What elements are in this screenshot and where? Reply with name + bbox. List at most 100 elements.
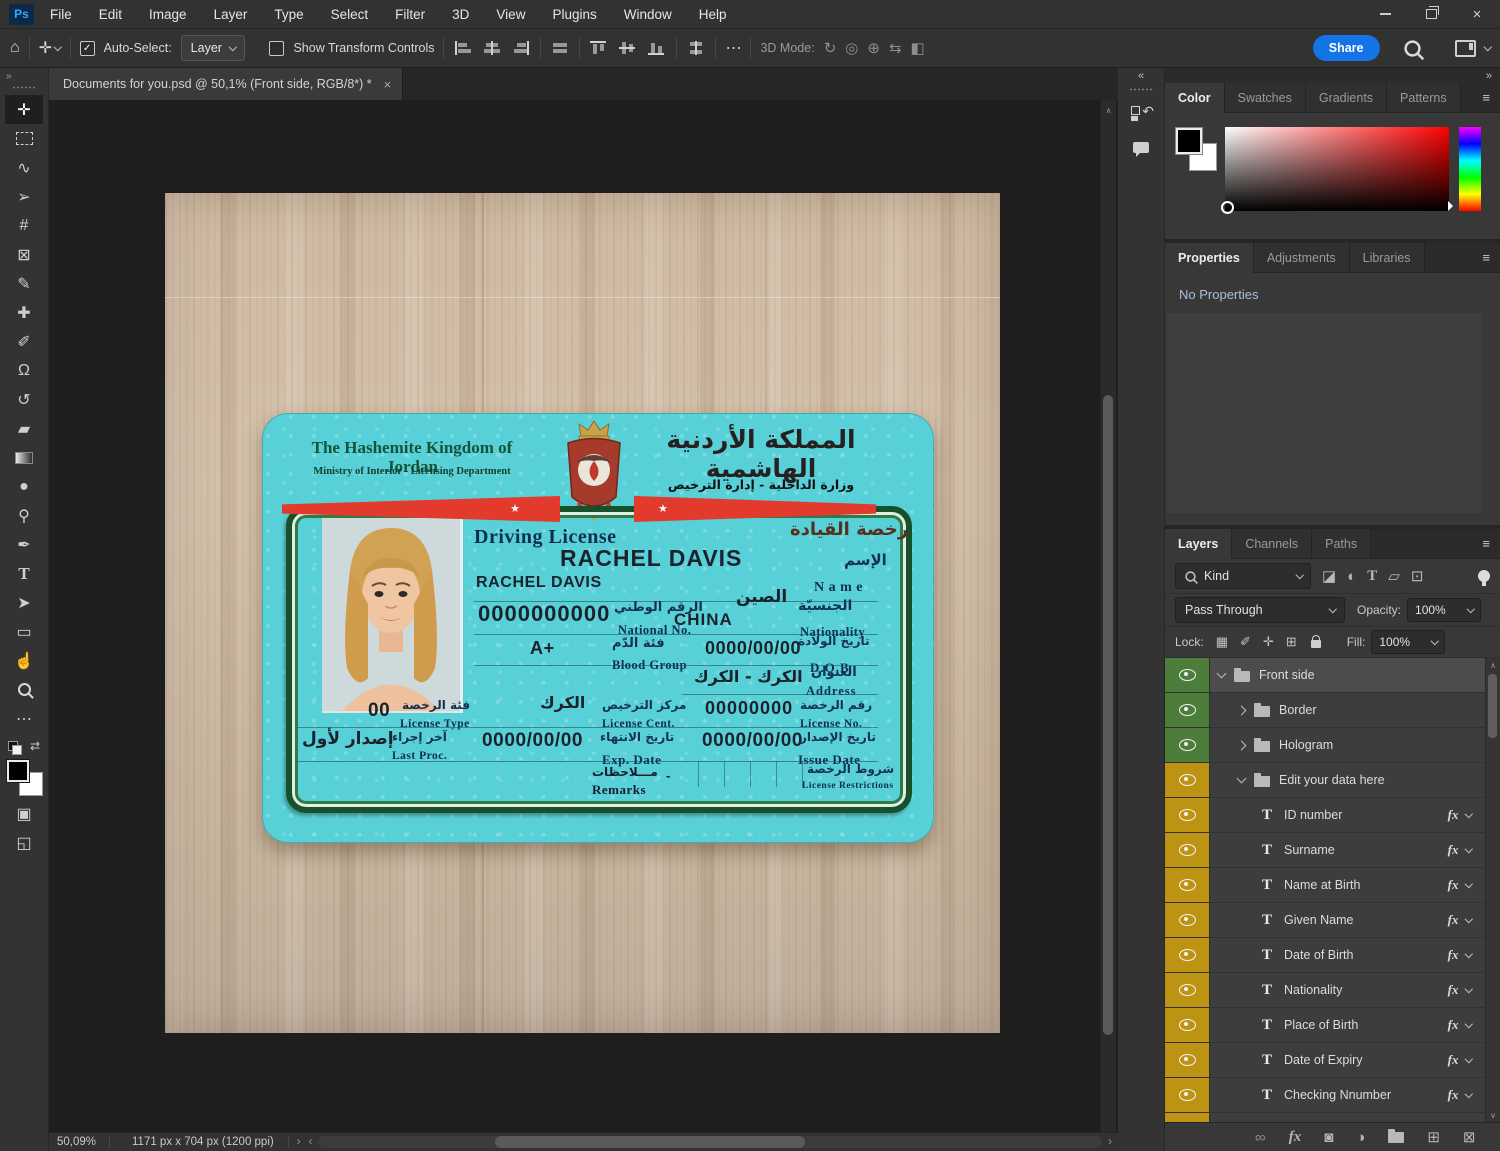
healing-brush-tool[interactable]: ✚ xyxy=(5,298,43,327)
vertical-scroll-thumb[interactable] xyxy=(1103,395,1113,1035)
chevron-down-icon[interactable] xyxy=(1464,879,1473,888)
panel-menu-icon[interactable]: ≡ xyxy=(1482,90,1490,105)
link-layers-icon[interactable]: ∞ xyxy=(1255,1129,1266,1146)
visibility-toggle[interactable] xyxy=(1165,728,1210,762)
canvas[interactable]: The Hashemite Kingdom of Jordan Ministry… xyxy=(48,100,1118,1133)
filter-toggle[interactable] xyxy=(1478,570,1490,586)
layers-scroll-thumb[interactable] xyxy=(1488,674,1497,738)
layer-row-id-number[interactable]: T ID number fx xyxy=(1165,798,1500,833)
align-top-icon[interactable] xyxy=(589,40,610,56)
new-layer-icon[interactable]: ⊞ xyxy=(1427,1128,1440,1146)
collapse-toolbar-icon[interactable]: » xyxy=(0,68,12,82)
horizontal-scrollbar[interactable] xyxy=(318,1136,1103,1148)
crop-tool[interactable]: # xyxy=(5,211,43,240)
menu-filter[interactable]: Filter xyxy=(395,7,425,22)
dodge-tool[interactable]: ⚲ xyxy=(5,501,43,530)
layer-row-date-of-birth[interactable]: T Date of Birth fx xyxy=(1165,938,1500,973)
saturation-brightness-field[interactable] xyxy=(1225,127,1449,211)
tab-libraries[interactable]: Libraries xyxy=(1349,243,1425,273)
more-align-options-icon[interactable]: ⋯ xyxy=(725,38,741,58)
layer-row-front-side[interactable]: Front side xyxy=(1165,658,1500,693)
chevron-down-icon[interactable] xyxy=(1464,844,1473,853)
layer-row-place-of-birth[interactable]: T Place of Birth fx xyxy=(1165,1008,1500,1043)
layer-effects-badge[interactable]: fx xyxy=(1448,1087,1459,1103)
comments-panel-icon[interactable] xyxy=(1126,133,1156,161)
filter-type-layers-icon[interactable]: T xyxy=(1367,568,1377,585)
history-panel-icon[interactable]: ↶ xyxy=(1126,101,1156,129)
tab-swatches[interactable]: Swatches xyxy=(1224,83,1306,113)
brush-tool[interactable]: ✐ xyxy=(5,327,43,356)
more-tools[interactable]: ⋯ xyxy=(5,704,43,733)
show-transform-checkbox[interactable] xyxy=(269,40,285,56)
chevron-down-icon[interactable] xyxy=(1464,809,1473,818)
visibility-toggle[interactable] xyxy=(1165,1113,1210,1122)
strip-grip[interactable] xyxy=(1129,88,1153,91)
layer-row-given-name[interactable]: T Given Name fx xyxy=(1165,903,1500,938)
workspace-switcher-icon[interactable] xyxy=(1454,39,1476,57)
visibility-toggle[interactable] xyxy=(1165,903,1210,937)
menu-edit[interactable]: Edit xyxy=(99,7,122,22)
adjustment-layer-icon[interactable]: ◑ xyxy=(1356,1129,1365,1146)
blur-tool[interactable]: ● xyxy=(5,472,43,501)
layer-row-name-at-birth[interactable]: T Name at Birth fx xyxy=(1165,868,1500,903)
menu-type[interactable]: Type xyxy=(274,7,303,22)
foreground-background-colors[interactable] xyxy=(4,759,44,799)
move-tool-preset-icon[interactable]: ✛ xyxy=(39,38,62,58)
path-selection-tool[interactable]: ➤ xyxy=(5,588,43,617)
tab-channels[interactable]: Channels xyxy=(1232,529,1313,559)
chevron-down-icon[interactable] xyxy=(1464,949,1473,958)
vertical-scrollbar[interactable]: ∧ xyxy=(1100,100,1116,1133)
object-selection-tool[interactable]: ➢ xyxy=(5,182,43,211)
chevron-right-icon[interactable] xyxy=(1236,705,1247,715)
swap-colors-icon[interactable]: ⇄ xyxy=(30,739,40,753)
distribute-horizontal-icon[interactable] xyxy=(550,40,571,56)
slide-3d-icon[interactable]: ⇆ xyxy=(889,39,902,57)
layer-effects-badge[interactable]: fx xyxy=(1448,982,1459,998)
hand-tool[interactable]: ☝ xyxy=(5,646,43,675)
type-tool[interactable]: T xyxy=(5,559,43,588)
close-button[interactable]: × xyxy=(1454,0,1500,28)
visibility-toggle[interactable] xyxy=(1165,798,1210,832)
align-right-icon[interactable] xyxy=(511,40,532,56)
scroll-up-icon[interactable]: ∧ xyxy=(1486,661,1500,670)
align-middle-icon[interactable] xyxy=(618,40,639,56)
close-tab-icon[interactable]: × xyxy=(384,77,392,92)
visibility-toggle[interactable] xyxy=(1165,1043,1210,1077)
lock-position-icon[interactable]: ✛ xyxy=(1263,634,1274,650)
visibility-toggle[interactable] xyxy=(1165,658,1210,692)
layer-mask-icon[interactable]: ◙ xyxy=(1324,1129,1333,1146)
zoom-level[interactable]: 50,09% xyxy=(57,1136,109,1148)
visibility-toggle[interactable] xyxy=(1165,1008,1210,1042)
chevron-down-icon[interactable] xyxy=(1236,773,1247,784)
filter-kind-dropdown[interactable]: Kind xyxy=(1175,563,1311,589)
lock-artboard-icon[interactable]: ⊞ xyxy=(1286,634,1297,650)
auto-select-target-dropdown[interactable]: Layer xyxy=(180,35,246,61)
layer-effects-badge[interactable]: fx xyxy=(1448,912,1459,928)
status-expand-icon[interactable]: › xyxy=(297,1136,301,1148)
menu-file[interactable]: File xyxy=(50,7,72,22)
layer-row-hologram[interactable]: Hologram xyxy=(1165,728,1500,763)
pen-tool[interactable]: ✒ xyxy=(5,530,43,559)
collapse-panels-icon[interactable]: » xyxy=(1486,70,1492,82)
layer-row-nationality[interactable]: T Nationality fx xyxy=(1165,973,1500,1008)
visibility-toggle[interactable] xyxy=(1165,763,1210,797)
panel-menu-icon[interactable]: ≡ xyxy=(1482,536,1490,551)
menu-help[interactable]: Help xyxy=(699,7,727,22)
scroll-up-icon[interactable]: ∧ xyxy=(1101,106,1116,115)
layer-effects-badge[interactable]: fx xyxy=(1448,1052,1459,1068)
default-colors-icon[interactable] xyxy=(7,741,22,755)
visibility-toggle[interactable] xyxy=(1165,973,1210,1007)
layer-row-checking-number[interactable]: T Checking Nnumber fx xyxy=(1165,1078,1500,1113)
visibility-toggle[interactable] xyxy=(1165,1078,1210,1112)
new-group-icon[interactable] xyxy=(1388,1128,1405,1143)
tab-paths[interactable]: Paths xyxy=(1312,529,1372,559)
drag-3d-icon[interactable]: ⊕ xyxy=(867,39,880,57)
foreground-color-swatch[interactable] xyxy=(6,759,30,783)
share-button[interactable]: Share xyxy=(1312,35,1380,61)
rectangle-tool[interactable]: ▭ xyxy=(5,617,43,646)
lock-all-icon[interactable] xyxy=(1310,635,1321,648)
chevron-down-icon[interactable] xyxy=(1464,984,1473,993)
lock-transparency-icon[interactable]: ▦ xyxy=(1216,634,1228,650)
color-picker-handle[interactable] xyxy=(1221,201,1234,214)
scroll-right-icon[interactable]: › xyxy=(1108,1136,1112,1148)
